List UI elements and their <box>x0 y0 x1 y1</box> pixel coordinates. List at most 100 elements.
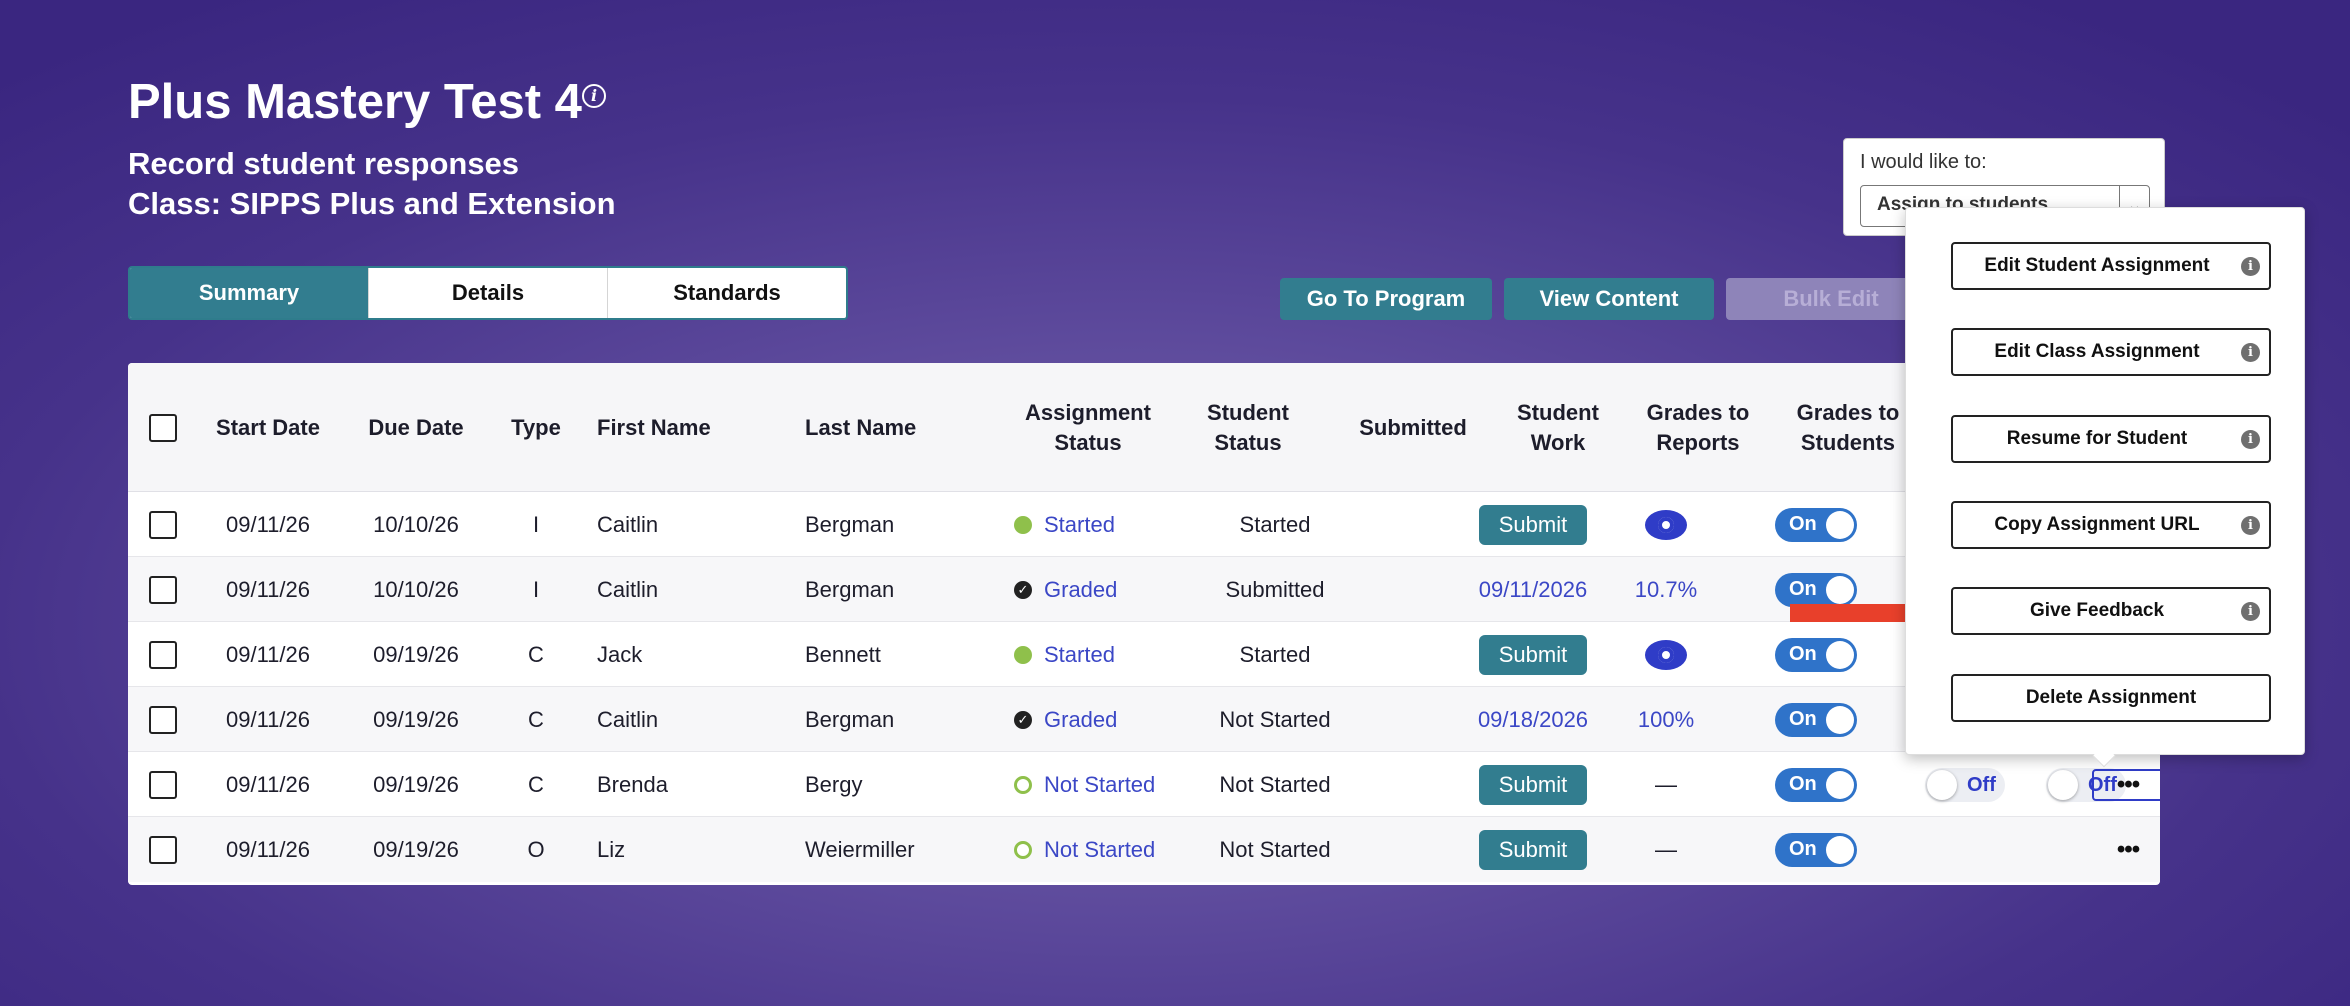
more-dots-icon[interactable]: ••• <box>2117 836 2140 864</box>
not-started-circle-icon <box>1014 775 1032 794</box>
last-name: Bergman <box>805 511 895 537</box>
page-subtitle: Record student responses <box>128 146 520 181</box>
action-dropdown-label: I would like to: <box>1860 151 1987 173</box>
copy-assignment-url-item[interactable]: Copy Assignment URL i <box>1951 501 2271 549</box>
assignment-status[interactable]: ✓ Graded <box>1014 687 1194 752</box>
assignment-status[interactable]: Started <box>1014 622 1194 687</box>
due-date: 10/10/26 <box>373 511 459 537</box>
table-header: Start Date Due Date Type First Name Last… <box>128 363 2160 492</box>
delete-assignment-item[interactable]: Delete Assignment <box>1951 674 2271 722</box>
row-actions-menu: Edit Student Assignment i Edit Class Assi… <box>1905 207 2305 755</box>
assignment-status-link[interactable]: Started <box>1044 642 1115 668</box>
assignment-status-link[interactable]: Graded <box>1044 707 1117 733</box>
col-start-date[interactable]: Start Date <box>206 363 330 492</box>
page-title: Plus Mastery Test 4 <box>128 75 582 129</box>
student-status: Not Started <box>1219 771 1331 797</box>
started-dot-icon <box>1014 515 1032 534</box>
assignment-status[interactable]: ✓ Graded <box>1014 557 1194 622</box>
submit-button[interactable]: Submit <box>1478 829 1588 870</box>
col-student-work[interactable]: Student Work <box>1498 363 1618 492</box>
student-work-cell <box>1598 622 1734 687</box>
tab-summary[interactable]: Summary <box>130 268 369 318</box>
assignment-status-link[interactable]: Started <box>1044 512 1115 538</box>
student-work-cell: — <box>1598 752 1734 817</box>
info-icon[interactable]: i <box>2241 430 2260 449</box>
student-score-link[interactable]: 10.7% <box>1635 577 1697 603</box>
student-status: Submitted <box>1225 576 1325 602</box>
col-type[interactable]: Type <box>508 363 564 492</box>
student-status: Not Started <box>1219 706 1331 732</box>
give-feedback-item[interactable]: Give Feedback i <box>1951 587 2271 635</box>
col-assignment-status[interactable]: Assignment Status <box>1008 363 1168 492</box>
row-checkbox[interactable] <box>149 705 177 734</box>
assignment-status[interactable]: Not Started <box>1014 752 1194 817</box>
first-name: Caitlin <box>597 511 659 537</box>
info-icon[interactable]: i <box>2241 516 2260 535</box>
edit-class-assignment-item[interactable]: Edit Class Assignment i <box>1951 328 2271 376</box>
select-all-checkbox[interactable] <box>149 413 177 442</box>
row-checkbox[interactable] <box>149 510 177 539</box>
row-checkbox[interactable] <box>149 575 177 604</box>
col-due-date[interactable]: Due Date <box>356 363 476 492</box>
student-work-cell: 10.7% <box>1598 557 1734 622</box>
grades-to-reports-toggle[interactable]: On <box>1775 507 1857 542</box>
col-student-work-line2: Work <box>1530 429 1586 455</box>
last-name: Bennett <box>805 641 881 667</box>
toggle-label: On <box>1789 707 1817 730</box>
col-first-name[interactable]: First Name <box>597 363 757 492</box>
eye-icon[interactable] <box>1645 639 1687 670</box>
last-name: Weiermiller <box>805 836 915 862</box>
view-content-button[interactable]: View Content <box>1504 278 1714 320</box>
info-icon[interactable]: i <box>2241 257 2260 276</box>
col-grades-to-students[interactable]: Grades to Students <box>1778 363 1918 492</box>
toggle-knob <box>1826 835 1854 864</box>
grades-to-reports-toggle[interactable]: On <box>1775 702 1857 737</box>
due-date: 09/19/26 <box>373 836 459 862</box>
info-icon[interactable]: i <box>2241 343 2260 362</box>
row-checkbox-cell <box>148 752 178 817</box>
grades-to-reports-toggle[interactable]: On <box>1775 767 1857 802</box>
info-icon[interactable]: i <box>582 84 606 108</box>
eye-icon[interactable] <box>1645 509 1687 540</box>
submitted-date-link[interactable]: 09/18/2026 <box>1478 707 1588 733</box>
submitted-date-link[interactable]: 09/11/2026 <box>1479 577 1587 603</box>
student-work-cell: 100% <box>1598 687 1734 752</box>
grades-to-reports-toggle[interactable]: On <box>1775 832 1857 867</box>
col-student-work-line1: Student <box>1517 399 1599 425</box>
toggle-knob <box>1826 510 1854 539</box>
assignment-status-link[interactable]: Not Started <box>1044 772 1155 798</box>
col-last-name[interactable]: Last Name <box>805 363 965 492</box>
start-date: 09/11/26 <box>225 771 310 797</box>
tab-details[interactable]: Details <box>369 268 608 318</box>
col-submitted[interactable]: Submitted <box>1338 363 1488 492</box>
menu-item-label: Give Feedback <box>2029 600 2165 621</box>
student-work-cell: — <box>1598 817 1734 882</box>
assignment-status-link[interactable]: Graded <box>1044 577 1117 603</box>
assignment-status[interactable]: Started <box>1014 492 1194 557</box>
type: C <box>528 771 544 797</box>
go-to-program-button[interactable]: Go To Program <box>1280 278 1492 320</box>
row-checkbox[interactable] <box>149 770 177 799</box>
edit-student-assignment-item[interactable]: Edit Student Assignment i <box>1951 242 2271 290</box>
col-assignment-status-line1: Assignment <box>1025 399 1151 425</box>
more-dots-icon: ••• <box>2116 770 2140 798</box>
submit-button[interactable]: Submit <box>1478 764 1588 805</box>
col-student-status[interactable]: Student Status <box>1188 363 1308 492</box>
info-icon[interactable]: i <box>2241 602 2260 621</box>
resume-for-student-item[interactable]: Resume for Student i <box>1951 415 2271 463</box>
assignment-status-link[interactable]: Not Started <box>1044 837 1155 863</box>
submit-button[interactable]: Submit <box>1478 634 1588 675</box>
more-cell: ••• <box>2068 817 2160 882</box>
started-dot-icon <box>1014 645 1032 664</box>
submit-button[interactable]: Submit <box>1478 504 1588 545</box>
assignment-status[interactable]: Not Started <box>1014 817 1194 882</box>
student-score-link[interactable]: 100% <box>1638 707 1694 733</box>
start-date: 09/11/26 <box>225 511 310 537</box>
row-checkbox[interactable] <box>149 835 177 864</box>
row-checkbox[interactable] <box>149 640 177 669</box>
tab-standards[interactable]: Standards <box>608 268 846 318</box>
more-options-button[interactable]: ••• <box>2092 768 2160 801</box>
toggle-label: On <box>1789 837 1817 860</box>
col-grades-to-reports[interactable]: Grades to Reports <box>1628 363 1768 492</box>
grades-to-students-toggle[interactable]: Off <box>1925 767 2005 802</box>
